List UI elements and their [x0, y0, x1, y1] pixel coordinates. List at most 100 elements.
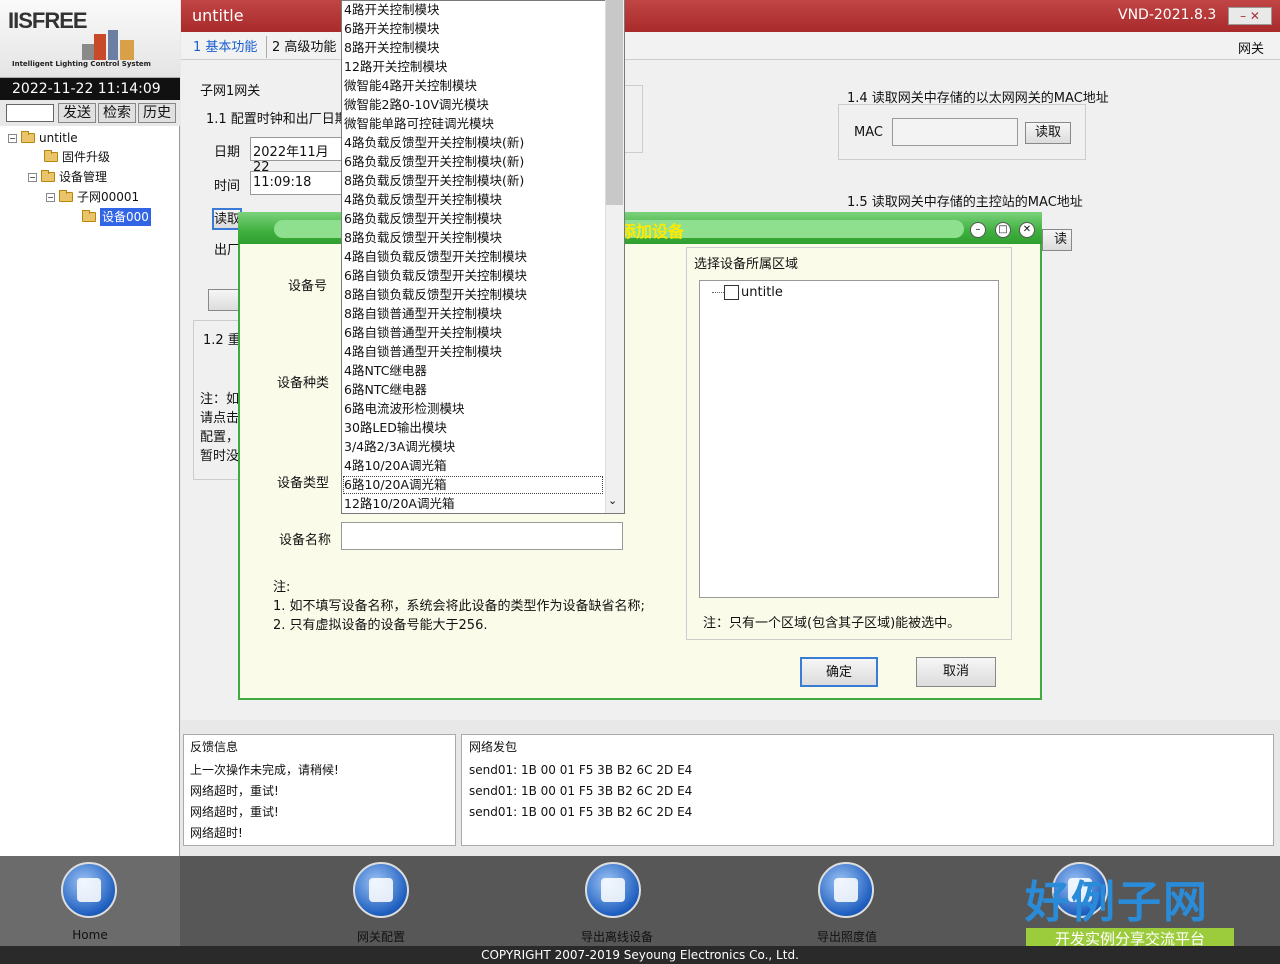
dropdown-item[interactable]: 6路开关控制模块	[344, 19, 439, 38]
select-area-label: 选择设备所属区域	[694, 257, 799, 272]
dropdown-item[interactable]: 12路10/20A调光箱	[344, 494, 454, 513]
dialog-note-title: 注:	[273, 580, 291, 595]
device-tree[interactable]: − untitle 固件升级 − 设备管理 − 子网00001 设备000	[0, 126, 180, 856]
gateway-config-icon[interactable]	[353, 862, 409, 918]
note-line-2: 请点击	[200, 411, 238, 426]
dropdown-item[interactable]: 8路自锁负载反馈型开关控制模块	[344, 285, 527, 304]
note-line-1: 注：如	[200, 392, 238, 407]
network-line: send01: 1B 00 01 F5 3B B2 6C 2D E4	[469, 784, 693, 798]
network-line: send01: 1B 00 01 F5 3B B2 6C 2D E4	[469, 805, 693, 819]
close-icon[interactable]: ✕	[1019, 222, 1035, 238]
date-field[interactable]: 2022年11月22	[250, 137, 342, 175]
export-offline-icon[interactable]	[585, 862, 641, 918]
tree-item-subnet[interactable]: − 子网00001	[46, 188, 139, 206]
device-name-input[interactable]	[341, 522, 623, 550]
factory-label: 出厂	[214, 243, 240, 258]
collapse-icon[interactable]: −	[28, 172, 37, 182]
tree-item-device-mgmt[interactable]: − 设备管理	[28, 168, 107, 186]
network-line: send01: 1B 00 01 F5 3B B2 6C 2D E4	[469, 763, 693, 777]
section-1-5-title: 1.5 读取网关中存储的主控站的MAC地址	[847, 195, 1083, 210]
send-button[interactable]: 发送	[58, 103, 96, 123]
date-label: 日期	[214, 145, 241, 160]
folder-icon	[41, 170, 55, 182]
export-lux-label: 导出照度值	[816, 930, 877, 944]
folder-icon	[59, 190, 73, 202]
maximize-icon[interactable]: □	[995, 222, 1011, 238]
tree-item-device[interactable]: 设备000	[82, 208, 151, 226]
collapse-icon[interactable]: −	[46, 192, 55, 202]
window-title: untitle	[192, 6, 244, 25]
note-line-4: 暂时没	[200, 449, 238, 464]
feedback-line: 网络超时!	[190, 826, 243, 840]
mac-label: MAC	[854, 125, 883, 140]
dropdown-item[interactable]: 8路负载反馈型开关控制模块	[344, 228, 502, 247]
area-tree[interactable]	[699, 280, 999, 598]
factory-button[interactable]	[208, 289, 240, 311]
dropdown-item[interactable]: 6路自锁普通型开关控制模块	[344, 323, 502, 342]
scrollbar-thumb[interactable]	[606, 0, 623, 205]
logo-text: IISFREE	[8, 8, 88, 33]
feedback-line: 网络超时，重试!	[190, 805, 279, 819]
section-1-2-title: 1.2 重	[203, 333, 239, 348]
mac-field[interactable]	[892, 118, 1018, 146]
network-title: 网络发包	[469, 740, 518, 754]
read-mac-button[interactable]: 读取	[1025, 122, 1071, 144]
dropdown-item[interactable]: 8路开关控制模块	[344, 38, 439, 57]
copyright-bar: COPYRIGHT 2007-2019 Seyoung Electronics …	[0, 946, 1280, 964]
dropdown-item[interactable]: 4路10/20A调光箱	[344, 456, 447, 475]
window-controls[interactable]: – ✕	[1228, 7, 1272, 25]
dropdown-item[interactable]: 6路NTC继电器	[344, 380, 427, 399]
area-note: 注：只有一个区域(包含其子区域)能被选中。	[703, 616, 961, 631]
dropdown-item[interactable]: 30路LED输出模块	[344, 418, 447, 437]
time-field[interactable]: 11:09:18	[250, 171, 342, 195]
dropdown-item[interactable]: 8路负载反馈型开关控制模块(新)	[344, 171, 524, 190]
dropdown-list[interactable]: 4路开关控制模块 6路开关控制模块 8路开关控制模块 12路开关控制模块 微智能4路开关…	[341, 0, 605, 514]
dropdown-item[interactable]: 微智能2路0-10V调光模块	[344, 95, 489, 114]
dialog-title: 添加设备	[620, 222, 685, 241]
minimize-icon[interactable]: –	[970, 222, 986, 238]
area-root-label: untitle	[741, 285, 783, 300]
dropdown-item[interactable]: 6路电流波形检测模块	[344, 399, 464, 418]
dropdown-item[interactable]: 6路负载反馈型开关控制模块(新)	[344, 152, 524, 171]
gateway-label: 网关	[1238, 42, 1265, 57]
dropdown-item[interactable]: 4路自锁负载反馈型开关控制模块	[344, 247, 527, 266]
export-offline-label: 导出离线设备	[580, 930, 653, 944]
dropdown-item[interactable]: 3/4路2/3A调光模块	[344, 437, 455, 456]
dropdown-item[interactable]: 4路开关控制模块	[344, 0, 439, 19]
watermark-brand: 好例子网	[1025, 877, 1209, 928]
tree-item-firmware[interactable]: 固件升级	[44, 148, 110, 166]
collapse-icon[interactable]: −	[8, 133, 17, 143]
cancel-button[interactable]: 取消	[916, 657, 996, 687]
dropdown-item[interactable]: 12路开关控制模块	[344, 57, 447, 76]
read-master-mac-button[interactable]: 读取	[1042, 229, 1072, 251]
dropdown-item[interactable]: 8路自锁普通型开关控制模块	[344, 304, 502, 323]
dropdown-item[interactable]: 6路负载反馈型开关控制模块	[344, 209, 502, 228]
tab-basic[interactable]: 1 基本功能	[193, 36, 257, 55]
folder-icon	[44, 150, 58, 162]
dropdown-item[interactable]: 微智能4路开关控制模块	[344, 76, 477, 95]
tab-advanced[interactable]: 2 高级功能	[272, 36, 336, 55]
scroll-down-icon[interactable]: ⌄	[608, 494, 617, 507]
dropdown-item[interactable]: 微智能单路可控硅调光模块	[344, 114, 494, 133]
dropdown-item[interactable]: 4路负载反馈型开关控制模块(新)	[344, 133, 524, 152]
tree-item-root[interactable]: − untitle	[8, 129, 78, 147]
dropdown-item[interactable]: 4路NTC继电器	[344, 361, 427, 380]
area-checkbox[interactable]	[724, 285, 739, 300]
logo-buildings	[82, 30, 140, 60]
device-name-label: 设备名称	[279, 533, 332, 548]
tree-connector	[712, 292, 724, 293]
dialog-note-1: 1. 如不填写设备名称，系统会将此设备的类型作为设备缺省名称;	[273, 599, 645, 614]
history-button[interactable]: 历史	[138, 103, 176, 123]
home-icon[interactable]	[61, 862, 117, 918]
clock-display: 2022-11-22 11:14:09	[0, 78, 180, 100]
feedback-title: 反馈信息	[190, 740, 239, 754]
search-input[interactable]	[6, 104, 54, 122]
search-button[interactable]: 检索	[98, 103, 136, 123]
dropdown-item[interactable]: 6路自锁负载反馈型开关控制模块	[344, 266, 527, 285]
subnet-gateway-label: 子网1网关	[200, 84, 261, 99]
device-type-label: 设备类型	[277, 476, 330, 491]
dropdown-item[interactable]: 4路负载反馈型开关控制模块	[344, 190, 502, 209]
ok-button[interactable]: 确定	[800, 657, 878, 687]
dropdown-item[interactable]: 4路自锁普通型开关控制模块	[344, 342, 502, 361]
export-lux-icon[interactable]	[818, 862, 874, 918]
